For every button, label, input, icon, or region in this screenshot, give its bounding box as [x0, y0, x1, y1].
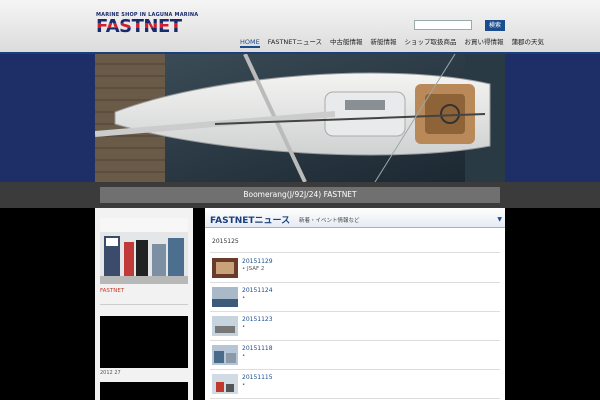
- news-item[interactable]: 20151129 • JSAF 2: [210, 254, 500, 283]
- nav-item-news[interactable]: FASTNETニュース: [268, 38, 322, 48]
- news-thumbnail[interactable]: [212, 345, 238, 365]
- video-player[interactable]: [100, 316, 188, 368]
- news-date: 2015125: [212, 238, 239, 245]
- news-item-text: •: [242, 324, 246, 330]
- shop-label[interactable]: FASTNET: [100, 288, 124, 294]
- video-player-2[interactable]: [100, 382, 188, 400]
- hero-banner: [0, 54, 600, 182]
- news-title[interactable]: FASTNETニュース: [210, 213, 290, 226]
- news-thumbnail[interactable]: [212, 287, 238, 307]
- news-item-date[interactable]: 20151129: [242, 258, 273, 265]
- nav-item-shop-products[interactable]: ショップ取扱商品: [405, 38, 457, 48]
- news-item-text: •: [242, 353, 246, 359]
- nav-item-new-boats[interactable]: 新艇情報: [371, 38, 397, 48]
- nav-item-weather[interactable]: 蒲郡の天気: [512, 38, 545, 48]
- news-item-text: •: [242, 295, 246, 301]
- news-item-date[interactable]: 20151115: [242, 374, 273, 381]
- nav-item-deals[interactable]: お買い得情報: [465, 38, 504, 48]
- news-item[interactable]: 20151123 •: [210, 312, 500, 341]
- site-header: MARINE SHOP IN LAGUNA MARINA FASTNET 検索 …: [0, 0, 600, 52]
- news-thumbnail[interactable]: [212, 316, 238, 336]
- news-item-date[interactable]: 20151123: [242, 316, 273, 323]
- sidebar: FASTNET 2012 27: [95, 208, 193, 400]
- sidebar-divider: [100, 304, 188, 305]
- search-button[interactable]: 検索: [485, 20, 505, 31]
- nav-item-home[interactable]: HOME: [240, 38, 260, 48]
- expand-arrow-icon[interactable]: ▼: [497, 216, 502, 223]
- news-item[interactable]: 20151124 •: [210, 283, 500, 312]
- news-item-date[interactable]: 20151118: [242, 345, 273, 352]
- news-divider: [210, 252, 500, 253]
- news-item-text: • JSAF 2: [242, 266, 265, 272]
- logo-wordmark: FASTNET: [96, 16, 182, 37]
- main-nav: HOME FASTNETニュース 中古艇情報 新艇情報 ショップ取扱商品 お買い…: [240, 38, 544, 48]
- banner-caption-bar: Boomerang(J/92J/24) FASTNET: [0, 182, 600, 208]
- news-thumbnail[interactable]: [212, 258, 238, 278]
- news-item[interactable]: 20151115 •: [210, 370, 500, 399]
- news-item[interactable]: 20151118 •: [210, 341, 500, 370]
- news-thumbnail[interactable]: [212, 374, 238, 394]
- nav-item-used-boats[interactable]: 中古艇情報: [330, 38, 363, 48]
- sailboat-photo: [95, 54, 505, 182]
- banner-caption: Boomerang(J/92J/24) FASTNET: [100, 187, 500, 203]
- video-date: 2012 27: [100, 370, 121, 376]
- fastnet-logo[interactable]: MARINE SHOP IN LAGUNA MARINA FASTNET: [96, 12, 204, 38]
- news-panel: FASTNETニュース 新着・イベント情報など ▼ 2015125 201511…: [205, 208, 505, 400]
- news-subtitle: 新着・イベント情報など: [299, 218, 360, 224]
- shop-interior-photo[interactable]: [100, 218, 188, 284]
- search-input[interactable]: [414, 20, 472, 30]
- news-header: FASTNETニュース 新着・イベント情報など ▼: [205, 208, 505, 228]
- news-item-date[interactable]: 20151124: [242, 287, 273, 294]
- news-item-text: •: [242, 382, 246, 388]
